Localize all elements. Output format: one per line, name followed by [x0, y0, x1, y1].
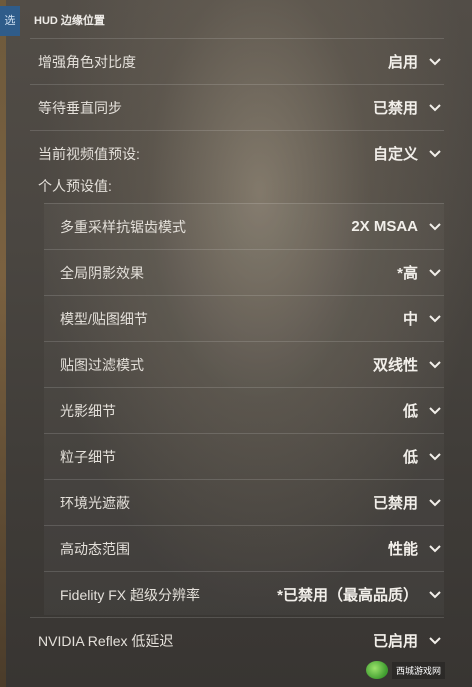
chevron-down-icon [426, 402, 444, 420]
setting-shader-detail[interactable]: 光影细节 低 [44, 387, 444, 433]
setting-msaa[interactable]: 多重采样抗锯齿模式 2X MSAA [44, 203, 444, 249]
chevron-down-icon [426, 53, 444, 71]
dropdown[interactable]: 低 [403, 400, 444, 421]
chevron-down-icon [426, 632, 444, 650]
background-strip [0, 0, 6, 687]
setting-character-contrast[interactable]: 增强角色对比度 启用 [30, 38, 444, 84]
dropdown[interactable]: 已启用 [373, 630, 444, 651]
setting-value: 低 [402, 403, 418, 420]
dropdown[interactable]: 中 [403, 308, 444, 329]
setting-label: 多重采样抗锯齿模式 [60, 218, 186, 235]
dropdown[interactable]: *已禁用（最高品质） [277, 584, 444, 605]
chevron-down-icon [426, 586, 444, 604]
dropdown[interactable]: 性能 [388, 538, 444, 559]
setting-fidelityfx-super-resolution[interactable]: Fidelity FX 超级分辨率 *已禁用（最高品质） [44, 571, 444, 617]
setting-value: 低 [402, 449, 418, 466]
chevron-down-icon [426, 264, 444, 282]
setting-label: 高动态范围 [60, 540, 130, 557]
dropdown[interactable]: 已禁用 [373, 492, 444, 513]
setting-value: 已禁用 [372, 495, 418, 512]
setting-label: 当前视频值预设: [38, 145, 140, 162]
watermark: 西城游戏网 [366, 659, 466, 681]
setting-texture-filtering[interactable]: 贴图过滤模式 双线性 [44, 341, 444, 387]
personal-preset-label: 个人预设值: [38, 178, 112, 194]
dropdown[interactable]: 2X MSAA [351, 218, 444, 236]
dropdown[interactable]: 低 [403, 446, 444, 467]
setting-label: 等待垂直同步 [38, 99, 122, 116]
setting-model-texture-detail[interactable]: 模型/贴图细节 中 [44, 295, 444, 341]
setting-value: *已禁用（最高品质） [277, 587, 418, 604]
chevron-down-icon [426, 310, 444, 328]
chevron-down-icon [426, 99, 444, 117]
setting-value: 启用 [387, 54, 418, 71]
chevron-down-icon [426, 145, 444, 163]
dropdown[interactable]: 双线性 [373, 354, 444, 375]
setting-label: NVIDIA Reflex 低延迟 [38, 632, 174, 649]
setting-value: 2X MSAA [351, 218, 418, 235]
options-side-tab[interactable]: 选项 [0, 6, 20, 36]
setting-label: 粒子细节 [60, 448, 116, 465]
setting-value: 双线性 [372, 357, 418, 374]
page-title: HUD 边缘位置 [34, 15, 105, 27]
setting-label: 模型/贴图细节 [60, 310, 148, 327]
dropdown[interactable]: 自定义 [373, 143, 444, 164]
setting-video-preset[interactable]: 当前视频值预设: 自定义 [30, 130, 444, 176]
setting-label: 增强角色对比度 [38, 53, 136, 70]
chevron-down-icon [426, 448, 444, 466]
setting-particle-detail[interactable]: 粒子细节 低 [44, 433, 444, 479]
setting-nvidia-reflex[interactable]: NVIDIA Reflex 低延迟 已启用 [30, 617, 444, 663]
watermark-text: 西城游戏网 [392, 661, 446, 679]
setting-value: 自定义 [372, 146, 418, 163]
setting-label: 环境光遮蔽 [60, 494, 130, 511]
setting-value: 中 [402, 311, 418, 328]
setting-value: *高 [397, 265, 418, 282]
setting-label: 全局阴影效果 [60, 264, 144, 281]
chevron-down-icon [426, 494, 444, 512]
setting-ambient-occlusion[interactable]: 环境光遮蔽 已禁用 [44, 479, 444, 525]
chevron-down-icon [426, 540, 444, 558]
setting-value: 已启用 [372, 633, 418, 650]
setting-value: 已禁用 [372, 100, 418, 117]
chevron-down-icon [426, 218, 444, 236]
setting-hdr[interactable]: 高动态范围 性能 [44, 525, 444, 571]
setting-value: 性能 [387, 541, 418, 558]
dropdown[interactable]: 已禁用 [373, 97, 444, 118]
setting-label: 贴图过滤模式 [60, 356, 144, 373]
setting-vsync[interactable]: 等待垂直同步 已禁用 [30, 84, 444, 130]
dropdown[interactable]: 启用 [388, 51, 444, 72]
watermark-logo-icon [366, 661, 388, 679]
setting-global-shadows[interactable]: 全局阴影效果 *高 [44, 249, 444, 295]
setting-label: Fidelity FX 超级分辨率 [60, 586, 201, 603]
dropdown[interactable]: *高 [397, 262, 444, 283]
setting-label: 光影细节 [60, 402, 116, 419]
chevron-down-icon [426, 356, 444, 374]
